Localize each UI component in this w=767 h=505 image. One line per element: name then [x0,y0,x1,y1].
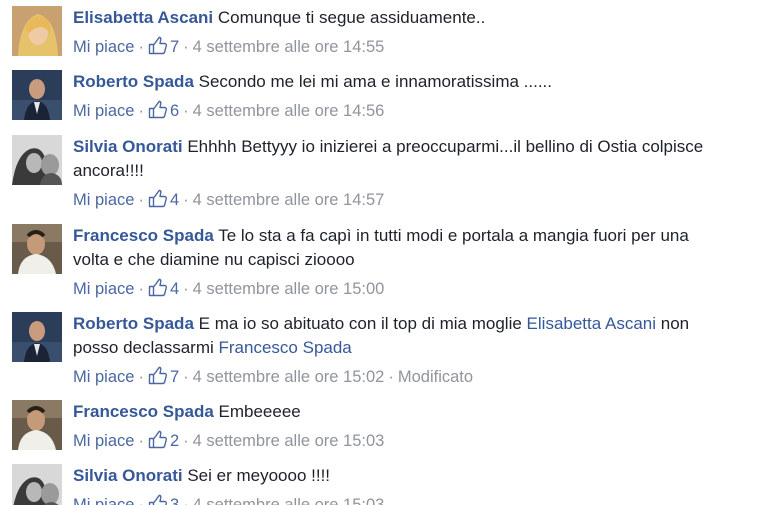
comment-timestamp[interactable]: 4 settembre alle ore 15:02 [193,368,385,386]
thumbs-up-icon[interactable] [148,189,168,208]
separator: · [183,280,189,298]
comment-meta: Mi piace · 3 · 4 settembre alle ore 15:03 [73,494,384,505]
separator: · [388,368,394,386]
avatar[interactable] [12,70,62,120]
like-count[interactable]: 3 [170,496,179,505]
comment-text: Secondo me lei mi ama e innamoratissima … [198,72,553,91]
comment-timestamp[interactable]: 4 settembre alle ore 15:00 [193,280,385,298]
separator: · [138,191,144,209]
comment-author[interactable]: Elisabetta Ascani [73,8,213,27]
comment-body: Roberto Spada Secondo me lei mi ama e in… [73,70,727,94]
separator: · [183,102,189,120]
comment-text: Comunque ti segue assiduamente.. [217,8,486,27]
comment: Silvia Onorati Ehhhh Bettyyy io iniziere… [0,135,767,215]
comment: Roberto Spada E ma io so abituato con il… [0,312,767,392]
separator: · [183,496,189,505]
comment-author[interactable]: Silvia Onorati [73,137,183,156]
avatar[interactable] [12,6,62,56]
comment-author[interactable]: Roberto Spada [73,72,194,91]
comment-author[interactable]: Silvia Onorati [73,466,183,485]
comment: Elisabetta Ascani Comunque ti segue assi… [0,6,767,62]
mention-link[interactable]: Elisabetta Ascani [527,314,656,333]
like-count[interactable]: 7 [170,368,179,386]
avatar[interactable] [12,312,62,362]
separator: · [183,191,189,209]
avatar[interactable] [12,224,62,274]
like-count[interactable]: 4 [170,191,179,209]
like-count[interactable]: 7 [170,38,179,56]
thumbs-up-icon[interactable] [148,430,168,449]
comment-text: Embeeeee [218,402,301,421]
comment-author[interactable]: Francesco Spada [73,226,214,245]
like-count[interactable]: 6 [170,102,179,120]
comment-meta: Mi piace · 6 · 4 settembre alle ore 14:56 [73,100,384,121]
comment-author[interactable]: Francesco Spada [73,402,214,421]
comment-meta: Mi piace · 4 · 4 settembre alle ore 15:00 [73,278,384,299]
comment-timestamp[interactable]: 4 settembre alle ore 14:55 [193,38,385,56]
comment: Roberto Spada Secondo me lei mi ama e in… [0,70,767,126]
separator: · [183,38,189,56]
like-link[interactable]: Mi piace [73,102,134,120]
comment-text: E ma io so abituato con il top di mia mo… [198,314,522,333]
like-link[interactable]: Mi piace [73,191,134,209]
comment-body: Roberto Spada E ma io so abituato con il… [73,312,727,360]
separator: · [183,368,189,386]
comment-meta: Mi piace · 4 · 4 settembre alle ore 14:57 [73,189,384,210]
like-link[interactable]: Mi piace [73,38,134,56]
comment-meta: Mi piace · 7 · 4 settembre alle ore 15:02 · Mo… [73,366,473,387]
thumbs-up-icon[interactable] [148,278,168,297]
comment-text: Sei er meyoooo !!!! [187,466,331,485]
separator: · [138,368,144,386]
comment-thread: Elisabetta Ascani Comunque ti segue assi… [0,0,767,505]
avatar[interactable] [12,464,62,505]
avatar[interactable] [12,135,62,185]
edited-label[interactable]: Modificato [398,368,473,386]
like-link[interactable]: Mi piace [73,432,134,450]
separator: · [183,432,189,450]
comment-body: Silvia Onorati Ehhhh Bettyyy io iniziere… [73,135,727,183]
comment-body: Francesco Spada Embeeeee [73,400,727,424]
mention-link[interactable]: Francesco Spada [219,338,352,357]
thumbs-up-icon[interactable] [148,100,168,119]
comment-meta: Mi piace · 7 · 4 settembre alle ore 14:55 [73,36,384,57]
avatar[interactable] [12,400,62,450]
thumbs-up-icon[interactable] [148,494,168,505]
separator: · [138,38,144,56]
like-link[interactable]: Mi piace [73,496,134,505]
comment-timestamp[interactable]: 4 settembre alle ore 15:03 [193,432,385,450]
comment-body: Silvia Onorati Sei er meyoooo !!!! [73,464,727,488]
comment-timestamp[interactable]: 4 settembre alle ore 14:56 [193,102,385,120]
comment-timestamp[interactable]: 4 settembre alle ore 15:03 [193,496,385,505]
comment-body: Francesco Spada Te lo sta a fa capì in t… [73,224,727,272]
comment: Francesco Spada Embeeeee Mi piace · 2 · 4 se… [0,400,767,456]
thumbs-up-icon[interactable] [148,366,168,385]
comment: Francesco Spada Te lo sta a fa capì in t… [0,224,767,304]
comment-body: Elisabetta Ascani Comunque ti segue assi… [73,6,727,30]
separator: · [138,496,144,505]
like-link[interactable]: Mi piace [73,368,134,386]
comment-author[interactable]: Roberto Spada [73,314,194,333]
like-count[interactable]: 4 [170,280,179,298]
separator: · [138,432,144,450]
like-count[interactable]: 2 [170,432,179,450]
comment-timestamp[interactable]: 4 settembre alle ore 14:57 [193,191,385,209]
separator: · [138,102,144,120]
comment: Silvia Onorati Sei er meyoooo !!!! Mi pi… [0,464,767,505]
like-link[interactable]: Mi piace [73,280,134,298]
separator: · [138,280,144,298]
comment-meta: Mi piace · 2 · 4 settembre alle ore 15:03 [73,430,384,451]
thumbs-up-icon[interactable] [148,36,168,55]
